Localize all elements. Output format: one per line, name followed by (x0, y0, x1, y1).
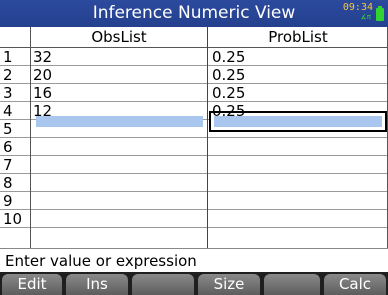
column-header-problist[interactable]: ProbList (208, 28, 388, 46)
numeric-table: ObsList ProbList 1 2 3 4 5 6 7 8 9 10 32… (0, 27, 388, 248)
cell-obslist[interactable]: 16 (33, 84, 52, 102)
menu-key-blank-2[interactable] (264, 274, 320, 295)
cell-obslist[interactable]: 12 (33, 102, 52, 120)
ins-button[interactable]: Ins (66, 274, 128, 295)
row-number: 1 (3, 48, 13, 66)
menu-key-blank-1[interactable] (132, 274, 194, 295)
row-number: 10 (3, 210, 23, 228)
calc-button[interactable]: Calc (324, 274, 386, 295)
cell-problist[interactable]: 0.25 (212, 102, 245, 120)
row-number: 6 (3, 138, 13, 156)
title-bar: Inference Numeric View 09:34 ∡π (0, 0, 388, 27)
page-title: Inference Numeric View (92, 3, 296, 23)
row-number: 2 (3, 66, 13, 84)
cell-obslist[interactable]: 20 (33, 66, 52, 84)
row-number: 3 (3, 84, 13, 102)
selected-cell-obslist[interactable] (36, 116, 203, 127)
row-number: 5 (3, 120, 13, 138)
size-button[interactable]: Size (198, 274, 260, 295)
clock-time: 09:34 (342, 2, 373, 13)
cell-problist[interactable]: 0.25 (212, 48, 245, 66)
soft-menu-bar: Edit Ins Size Calc (0, 272, 388, 295)
cell-obslist[interactable]: 32 (33, 48, 52, 66)
angle-mode-indicator: ∡π (360, 13, 372, 21)
row-number: 7 (3, 156, 13, 174)
entry-prompt-bar: Enter value or expression (0, 248, 388, 273)
row-number: 4 (3, 102, 13, 120)
row-number: 8 (3, 174, 13, 192)
calculator-screen: Inference Numeric View 09:34 ∡π ObsList … (0, 0, 388, 295)
entry-prompt: Enter value or expression (5, 252, 197, 270)
cell-problist[interactable]: 0.25 (212, 66, 245, 84)
edit-button[interactable]: Edit (2, 274, 62, 295)
row-number: 9 (3, 192, 13, 210)
cell-problist[interactable]: 0.25 (212, 84, 245, 102)
column-header-obslist[interactable]: ObsList (31, 28, 207, 46)
battery-icon (376, 6, 384, 21)
